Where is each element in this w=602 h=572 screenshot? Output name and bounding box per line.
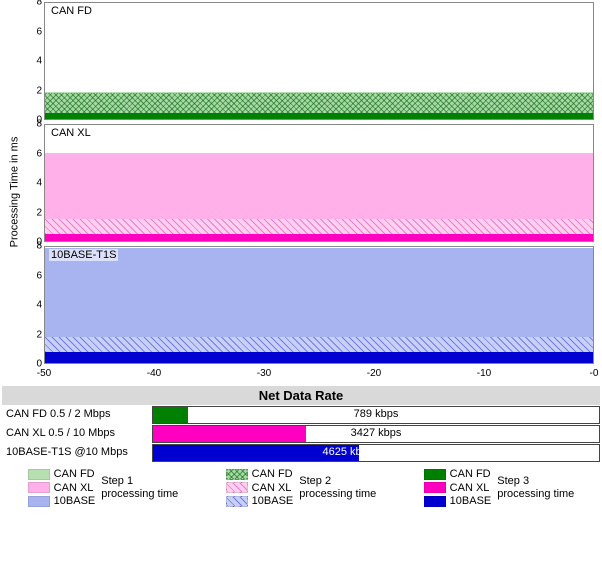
ytick: 2 — [36, 329, 42, 340]
legend-protocol: 10BASE — [252, 495, 294, 508]
y-axis: 0 2 4 6 8 — [22, 124, 44, 242]
legend-step-label: Step 2 — [299, 475, 376, 488]
datarate-value: 789 kbps — [153, 408, 599, 420]
legend-protocol: 10BASE — [54, 495, 96, 508]
legend-protocol: CAN XL — [252, 482, 292, 495]
ytick: 6 — [36, 148, 42, 159]
swatch-icon — [226, 482, 248, 493]
stacked-area-charts: Processing Time in ms 0 2 4 6 8 CAN FD — [2, 2, 600, 382]
plot-10base-t1s: 0 2 4 6 8 10BASE-T1S — [22, 246, 594, 364]
swatch-icon — [424, 482, 446, 493]
legend-step-sub: processing time — [497, 488, 574, 501]
ytick: 2 — [36, 85, 42, 96]
area-step3 — [45, 234, 593, 241]
swatch-icon — [28, 469, 50, 480]
area-step2 — [45, 93, 593, 113]
xtick: -50 — [37, 368, 51, 379]
legend-protocol: CAN FD — [252, 468, 293, 481]
legend-step-sub: processing time — [299, 488, 376, 501]
ytick: 8 — [36, 0, 42, 8]
y-axis-label: Processing Time in ms — [8, 137, 20, 248]
swatch-icon — [424, 469, 446, 480]
legend-step-label: Step 3 — [497, 475, 574, 488]
legend-step2: CAN FD CAN XL 10BASE Step 2 processing t… — [226, 468, 377, 508]
swatch-icon — [424, 496, 446, 507]
area-step2 — [45, 337, 593, 352]
area-step3 — [45, 352, 593, 363]
swatch-icon — [226, 496, 248, 507]
datarate-row-10base: 10BASE-T1S @10 Mbps 4625 kbps — [2, 444, 600, 462]
datarate-label: CAN FD 0.5 / 2 Mbps — [2, 406, 152, 424]
legend-protocol: 10BASE — [450, 495, 492, 508]
legend-protocol: CAN FD — [54, 468, 95, 481]
ytick: 2 — [36, 207, 42, 218]
swatch-icon — [28, 482, 50, 493]
plot-title: CAN XL — [49, 127, 93, 139]
swatch-icon — [28, 496, 50, 507]
ytick: 4 — [36, 300, 42, 311]
datarate-label: CAN XL 0.5 / 10 Mbps — [2, 425, 152, 443]
datarate-label: 10BASE-T1S @10 Mbps — [2, 444, 152, 462]
y-axis: 0 2 4 6 8 — [22, 2, 44, 120]
xtick: -0 — [590, 368, 599, 379]
plot-can-xl: 0 2 4 6 8 CAN XL — [22, 124, 594, 242]
legend: CAN FD CAN XL 10BASE Step 1 processing t… — [2, 468, 600, 512]
legend-step-label: Step 1 — [101, 475, 178, 488]
datarate-title: Net Data Rate — [2, 386, 600, 405]
ytick: 8 — [36, 241, 42, 252]
ytick: 4 — [36, 56, 42, 67]
area-step1 — [45, 153, 593, 220]
legend-step3: CAN FD CAN XL 10BASE Step 3 processing t… — [424, 468, 575, 508]
area-step2 — [45, 219, 593, 234]
y-axis: 0 2 4 6 8 — [22, 246, 44, 364]
xtick: -40 — [147, 368, 161, 379]
area-step3 — [45, 113, 593, 119]
legend-protocol: CAN XL — [450, 482, 490, 495]
ytick: 6 — [36, 26, 42, 37]
xtick: -20 — [367, 368, 381, 379]
plot-can-fd: 0 2 4 6 8 CAN FD — [22, 2, 594, 120]
ytick: 4 — [36, 178, 42, 189]
xtick: -30 — [257, 368, 271, 379]
datarate-row-canxl: CAN XL 0.5 / 10 Mbps 3427 kbps — [2, 425, 600, 443]
plot-title: CAN FD — [49, 5, 94, 17]
legend-step-sub: processing time — [101, 488, 178, 501]
datarate-value: 3427 kbps — [153, 427, 599, 439]
datarate-value: 4625 kbps — [153, 446, 373, 458]
plot-title: 10BASE-T1S — [49, 249, 118, 261]
legend-protocol: CAN FD — [450, 468, 491, 481]
ytick: 6 — [36, 270, 42, 281]
legend-step1: CAN FD CAN XL 10BASE Step 1 processing t… — [28, 468, 179, 508]
x-axis: -50 -40 -30 -20 -10 -0 — [44, 368, 594, 382]
ytick: 8 — [36, 119, 42, 130]
datarate-row-canfd: CAN FD 0.5 / 2 Mbps 789 kbps — [2, 406, 600, 424]
xtick: -10 — [477, 368, 491, 379]
swatch-icon — [226, 469, 248, 480]
area-step1 — [45, 248, 593, 337]
legend-protocol: CAN XL — [54, 482, 94, 495]
figure: Processing Time in ms 0 2 4 6 8 CAN FD — [0, 0, 602, 514]
